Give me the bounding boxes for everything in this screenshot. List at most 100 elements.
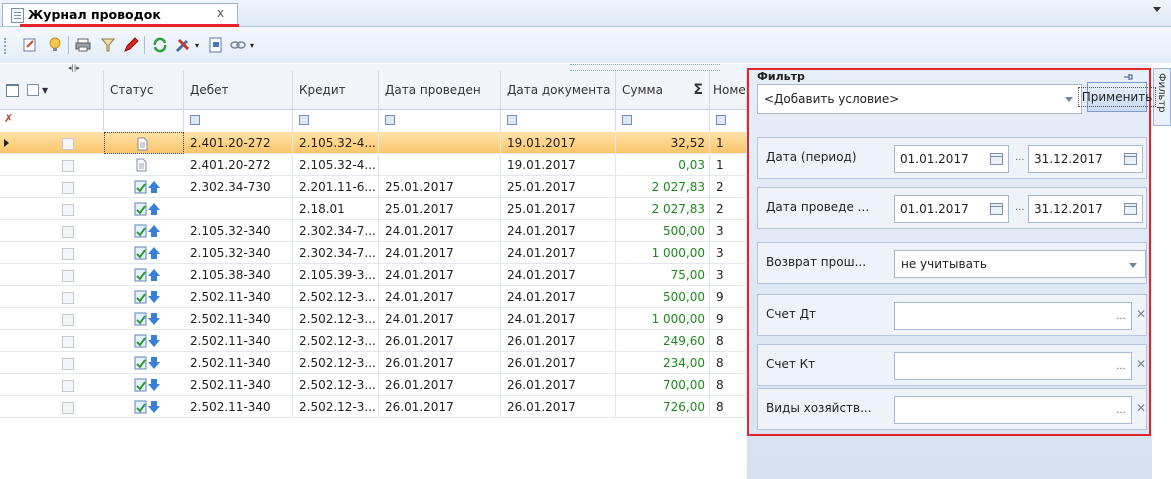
chevron-down-icon[interactable] (1065, 97, 1073, 102)
ellipsis-button[interactable]: ... (1111, 353, 1131, 379)
cell-number: 3 (710, 220, 747, 242)
table-row[interactable]: 2.401.20-272 2.105.32-4... 19.01.2017 32,52… (0, 132, 747, 154)
date-from-field[interactable]: 01.01.2017 (894, 195, 1009, 223)
clear-icon[interactable]: ✕ (1136, 357, 1146, 371)
filter-condition-icon[interactable] (190, 115, 200, 125)
link-icon[interactable] (228, 35, 248, 55)
table-row[interactable]: 2.502.11-340 2.502.12-3... 26.01.2017 26.01… (0, 330, 747, 352)
row-checkbox[interactable] (62, 358, 74, 370)
link-dropdown-icon[interactable]: ▾ (247, 35, 257, 55)
calendar-icon[interactable] (990, 203, 1003, 215)
row-checkbox[interactable] (62, 160, 74, 172)
clear-icon[interactable]: ✕ (1136, 401, 1146, 415)
table-row[interactable]: 2.105.32-340 2.302.34-7... 24.01.2017 24.01… (0, 220, 747, 242)
print-icon[interactable] (73, 35, 93, 55)
row-checkbox[interactable] (62, 182, 74, 194)
header-credit[interactable]: Кредит (293, 71, 379, 109)
filter-cell-debit[interactable] (184, 109, 293, 131)
table-row[interactable]: 2.105.38-340 2.105.39-3... 24.01.2017 24.01… (0, 264, 747, 286)
close-icon[interactable]: x (217, 6, 224, 20)
clear-icon[interactable]: ✕ (1136, 307, 1146, 321)
cell-sum: 2 027,83 (616, 198, 710, 220)
ellipsis-button[interactable]: ... (1111, 303, 1131, 329)
row-checkbox[interactable] (62, 314, 74, 326)
table-row[interactable]: 2.302.34-730 2.201.11-6... 25.01.2017 25.01… (0, 176, 747, 198)
header-select-all[interactable]: ▼ (0, 71, 104, 109)
filter-cell-credit[interactable] (293, 109, 379, 131)
table-row[interactable]: 2.401.20-272 2.105.32-4... 19.01.2017 0,03 1 (0, 154, 747, 176)
cell-credit: 2.105.32-4... (293, 154, 379, 176)
export-icon[interactable] (206, 35, 226, 55)
table-row[interactable]: 2.502.11-340 2.502.12-3... 24.01.2017 24.01… (0, 308, 747, 330)
header-number[interactable]: Номе (710, 71, 747, 109)
return-select[interactable]: не учитывать (894, 250, 1146, 278)
grid-icon[interactable] (6, 83, 19, 97)
pin-filter-icon[interactable]: ✗ (4, 112, 13, 125)
filter-condition-icon[interactable] (385, 115, 395, 125)
account-dt-field[interactable]: ... (894, 302, 1132, 330)
account-kt-field[interactable]: ... (894, 352, 1132, 380)
row-checkbox[interactable] (62, 226, 74, 238)
row-checkbox[interactable] (62, 402, 74, 414)
condition-account-dt: Счет Дт ... ✕ (757, 294, 1147, 336)
tab-journal[interactable]: Журнал проводок x (2, 3, 239, 27)
activity-types-field[interactable]: ... (894, 396, 1132, 424)
select-dropdown-icon[interactable]: ▼ (42, 86, 48, 95)
table-row[interactable]: 2.502.11-340 2.502.12-3... 26.01.2017 26.01… (0, 352, 747, 374)
row-checkbox[interactable] (62, 270, 74, 282)
pencil-icon[interactable] (121, 35, 141, 55)
cell-sum: 726,00 (616, 396, 710, 418)
header-scroll-track[interactable] (570, 64, 720, 71)
ellipsis-button[interactable]: ... (1111, 397, 1131, 423)
filter-cell-number[interactable] (710, 109, 747, 131)
header-debit[interactable]: Дебет (184, 71, 293, 109)
table-row[interactable]: 2.502.11-340 2.502.12-3... 26.01.2017 26.01… (0, 374, 747, 396)
filter-condition-icon[interactable] (507, 115, 517, 125)
header-date-post[interactable]: Дата проведен (379, 71, 501, 109)
chevron-down-icon[interactable] (1129, 263, 1137, 268)
edit-icon[interactable] (20, 35, 40, 55)
calendar-icon[interactable] (990, 153, 1003, 165)
calendar-icon[interactable] (1124, 203, 1137, 215)
filter-cell-sum[interactable] (616, 109, 710, 131)
cell-status (104, 220, 184, 242)
filter-cell-status[interactable] (104, 109, 184, 131)
apply-button[interactable]: Применить (1077, 82, 1157, 112)
add-condition-select[interactable]: <Добавить условие> (757, 84, 1082, 114)
filter-condition-icon[interactable] (622, 115, 632, 125)
filter-condition-icon[interactable] (716, 115, 726, 125)
posted-up-icon (134, 180, 160, 194)
date-from-field[interactable]: 01.01.2017 (894, 145, 1009, 173)
header-sum[interactable]: Сумма Σ (616, 71, 710, 109)
filter-cell-date-post[interactable] (379, 109, 501, 131)
tools-icon[interactable] (173, 35, 193, 55)
date-to-field[interactable]: 31.12.2017 (1028, 195, 1143, 223)
row-checkbox[interactable] (62, 292, 74, 304)
row-checkbox[interactable] (62, 380, 74, 392)
cell-date-post (379, 132, 501, 154)
cell-credit: 2.502.12-3... (293, 330, 379, 352)
cell-date-post: 26.01.2017 (379, 330, 501, 352)
filter-condition-icon[interactable] (299, 115, 309, 125)
lightbulb-icon[interactable] (45, 35, 65, 55)
refresh-icon[interactable] (150, 35, 170, 55)
header-status[interactable]: Статус (104, 71, 184, 109)
row-checkbox[interactable] (62, 336, 74, 348)
row-checkbox[interactable] (62, 204, 74, 216)
tools-dropdown-icon[interactable]: ▾ (192, 35, 202, 55)
chevron-down-icon[interactable] (1153, 7, 1161, 12)
calendar-icon[interactable] (1124, 153, 1137, 165)
table-row[interactable]: 2.18.01 25.01.2017 25.01.2017 2 027,83 2 (0, 198, 747, 220)
row-checkbox[interactable] (62, 248, 74, 260)
filter-icon[interactable] (98, 35, 118, 55)
row-checkbox[interactable] (62, 138, 74, 150)
toolbar-grip[interactable] (4, 38, 8, 54)
table-row[interactable]: 2.502.11-340 2.502.12-3... 26.01.2017 26.01… (0, 396, 747, 418)
header-date-doc[interactable]: Дата документа (501, 71, 616, 109)
select-all-checkbox[interactable] (27, 84, 39, 96)
filter-cell-date-doc[interactable] (501, 109, 616, 131)
table-row[interactable]: 2.502.11-340 2.502.12-3... 24.01.2017 24.01… (0, 286, 747, 308)
cell-debit: 2.502.11-340 (184, 308, 293, 330)
date-to-field[interactable]: 31.12.2017 (1028, 145, 1143, 173)
table-row[interactable]: 2.105.32-340 2.302.34-7... 24.01.2017 24.01… (0, 242, 747, 264)
